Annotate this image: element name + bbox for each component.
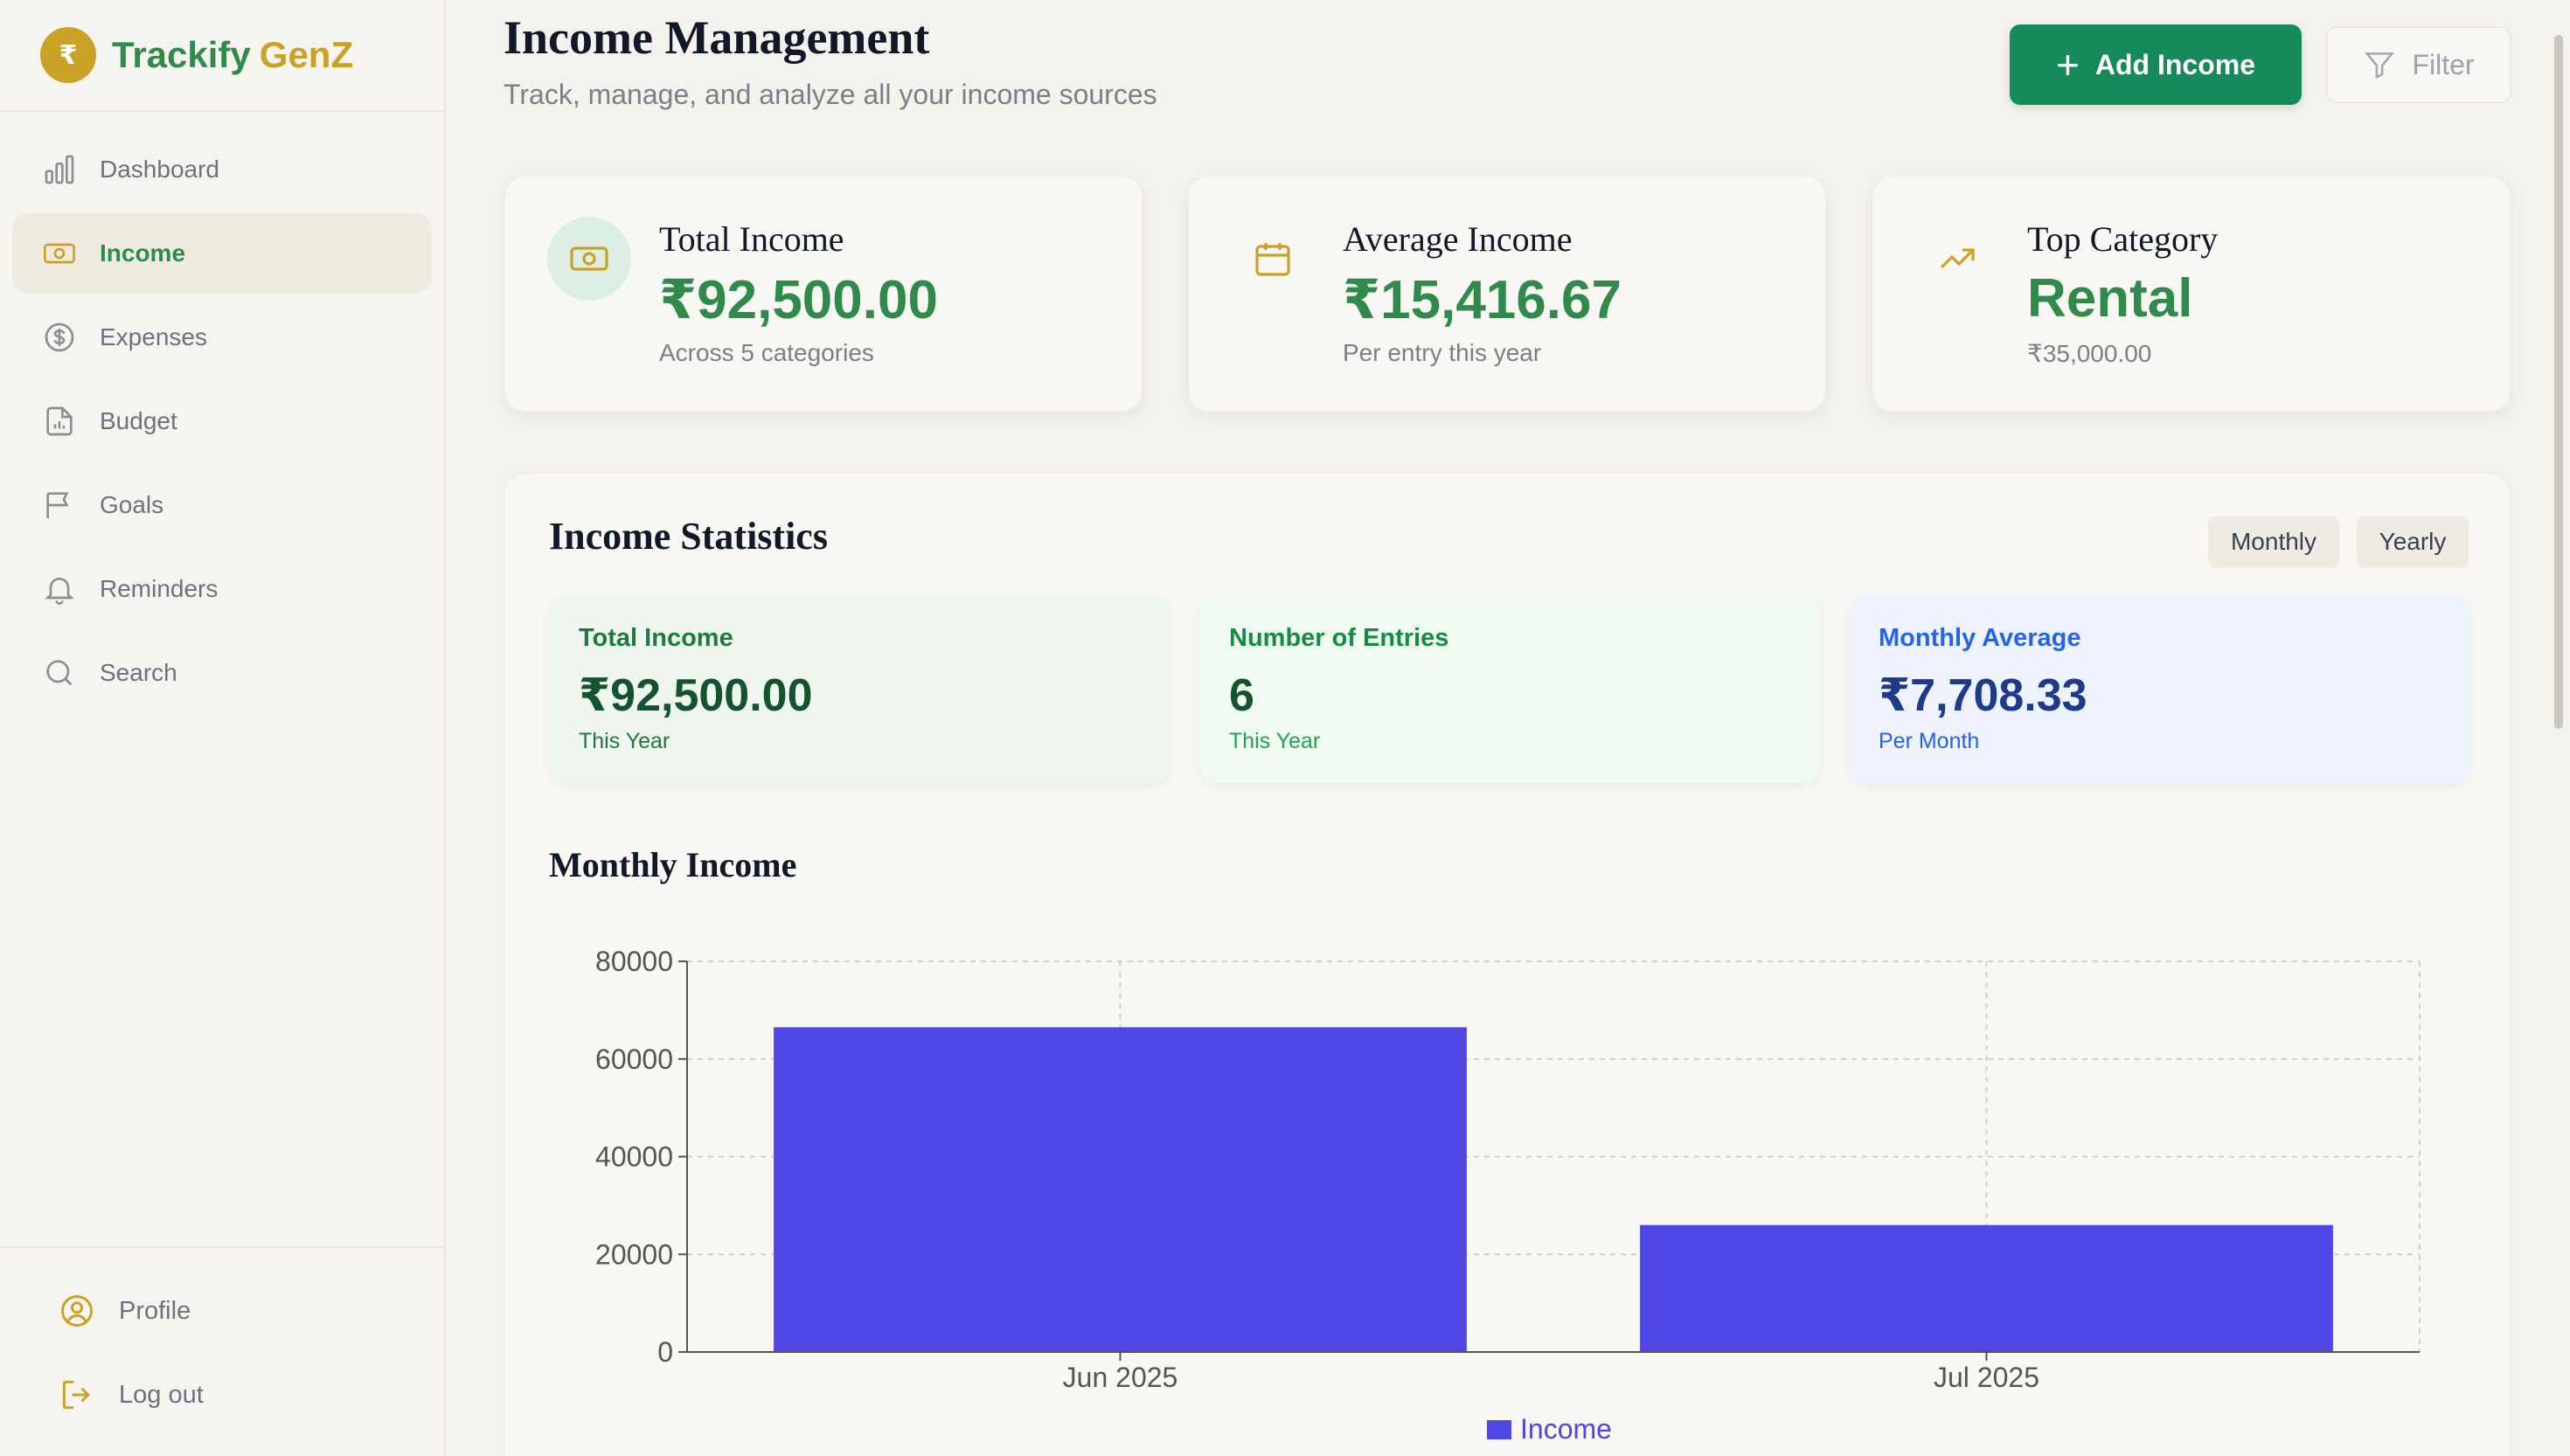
brand-name: Trackify GenZ <box>112 34 353 76</box>
yearly-toggle[interactable]: Yearly <box>2357 516 2469 568</box>
average-income-card: Average Income ₹15,416.67 Per entry this… <box>1187 175 1827 413</box>
sidebar-item-label: Goals <box>100 491 164 518</box>
card-sub: Per entry this year <box>1343 339 1542 366</box>
card-sub: Across 5 categories <box>659 339 874 366</box>
logout-label: Log out <box>119 1380 204 1409</box>
stat-sub: This Year <box>1229 729 1321 753</box>
monthly-income-chart: 0 20000 40000 60000 80000 Jun 2025 Jul 2025 Inc… <box>595 946 2421 1445</box>
card-sub: ₹35,000.00 <box>2027 340 2152 367</box>
brand[interactable]: ₹ Trackify GenZ <box>0 0 444 112</box>
card-value: ₹92,500.00 <box>659 270 938 330</box>
card-icon-wrap <box>1915 217 1999 301</box>
stat-sub: Per Month <box>1879 729 1980 753</box>
filter-label: Filter <box>2412 48 2475 80</box>
y-tick-label: 60000 <box>595 1043 673 1075</box>
page-subtitle: Track, manage, and analyze all your inco… <box>504 79 1157 110</box>
sidebar-item-goals[interactable]: Goals <box>12 465 432 545</box>
x-tick-label: Jul 2025 <box>1934 1362 2039 1393</box>
plus-icon: + <box>2056 42 2080 87</box>
brand-name-main: Trackify <box>112 34 251 75</box>
card-label: Total Income <box>659 219 844 259</box>
sidebar-item-label: Budget <box>100 407 177 434</box>
card-value: ₹15,416.67 <box>1343 270 1622 330</box>
card-label: Top Category <box>2027 219 2219 259</box>
stat-value: 6 <box>1229 670 1254 721</box>
logout-link[interactable]: Log out <box>17 1353 444 1437</box>
sidebar-bottom: Profile Log out <box>0 1246 444 1456</box>
stat-label: Monthly Average <box>1879 624 2081 652</box>
banknote-icon <box>570 246 608 271</box>
banknote-icon <box>44 243 75 264</box>
profile-link[interactable]: Profile <box>17 1269 444 1353</box>
filter-icon <box>2365 52 2395 80</box>
sidebar-item-label: Reminders <box>100 575 219 602</box>
y-tick-label: 20000 <box>595 1238 673 1270</box>
user-circle-icon <box>61 1295 93 1327</box>
legend-label: Income <box>1520 1413 1612 1445</box>
sidebar-item-expenses[interactable]: Expenses <box>12 297 432 378</box>
y-tick-label: 80000 <box>595 946 673 977</box>
dollar-circle-icon <box>45 322 74 352</box>
logout-icon <box>62 1380 90 1410</box>
income-statistics-panel: Income Statistics Monthly Yearly Total I… <box>504 472 2511 1456</box>
stat-number-of-entries: Number of Entries 6 This Year <box>1199 594 1820 783</box>
legend-swatch <box>1487 1420 1511 1439</box>
y-tick-label: 40000 <box>595 1141 673 1173</box>
flag-icon <box>46 492 69 518</box>
profile-label: Profile <box>119 1296 191 1325</box>
bar-chart-icon <box>45 155 74 184</box>
trending-up-icon <box>1940 248 1975 269</box>
sidebar-item-label: Search <box>100 659 177 686</box>
sidebar-item-budget[interactable]: Budget <box>12 381 432 461</box>
card-icon-wrap <box>1231 217 1315 301</box>
stat-value: ₹7,708.33 <box>1879 670 2087 721</box>
sidebar-item-search[interactable]: Search <box>12 633 432 713</box>
document-chart-icon <box>46 406 73 436</box>
stat-label: Total Income <box>579 624 733 652</box>
sidebar-item-reminders[interactable]: Reminders <box>12 549 432 629</box>
card-label: Average Income <box>1343 219 1573 259</box>
rupee-logo-icon: ₹ <box>40 27 96 83</box>
sidebar-item-income[interactable]: Income <box>12 213 432 294</box>
stat-monthly-average: Monthly Average ₹7,708.33 Per Month <box>1849 594 2469 783</box>
filter-button[interactable]: Filter <box>2326 26 2511 103</box>
sidebar-nav: Dashboard Income Expenses Budget Goals R… <box>0 129 444 713</box>
sidebar: ₹ Trackify GenZ Dashboard Income Expenses… <box>0 0 446 1456</box>
brand-name-accent: GenZ <box>259 34 354 75</box>
card-value: Rental <box>2027 268 2193 329</box>
x-tick-label: Jun 2025 <box>1063 1362 1178 1393</box>
page-scrollbar[interactable] <box>2554 35 2563 729</box>
top-category-card: Top Category Rental ₹35,000.00 <box>1872 175 2511 413</box>
y-tick-label: 0 <box>657 1336 673 1368</box>
stat-total-income: Total Income ₹92,500.00 This Year <box>549 594 1170 783</box>
total-income-card: Total Income ₹92,500.00 Across 5 categor… <box>504 175 1143 413</box>
monthly-toggle[interactable]: Monthly <box>2208 516 2339 568</box>
sidebar-item-label: Expenses <box>100 323 207 350</box>
bar-jul-2025 <box>1640 1224 2333 1352</box>
search-icon <box>46 660 73 686</box>
stat-label: Number of Entries <box>1229 624 1449 652</box>
sidebar-item-label: Income <box>100 239 186 267</box>
sidebar-item-label: Dashboard <box>100 156 219 183</box>
section-title: Income Statistics <box>549 515 828 558</box>
calendar-icon <box>1255 243 1290 276</box>
stat-value: ₹92,500.00 <box>579 670 813 721</box>
sidebar-item-dashboard[interactable]: Dashboard <box>12 129 432 210</box>
bar-jun-2025 <box>774 1027 1467 1352</box>
stat-sub: This Year <box>579 729 670 753</box>
bell-icon <box>45 578 74 605</box>
add-income-button[interactable]: + Add Income <box>2010 24 2302 105</box>
add-income-label: Add Income <box>2094 48 2255 80</box>
card-icon-wrap <box>547 217 631 301</box>
page-title: Income Management <box>504 11 930 64</box>
